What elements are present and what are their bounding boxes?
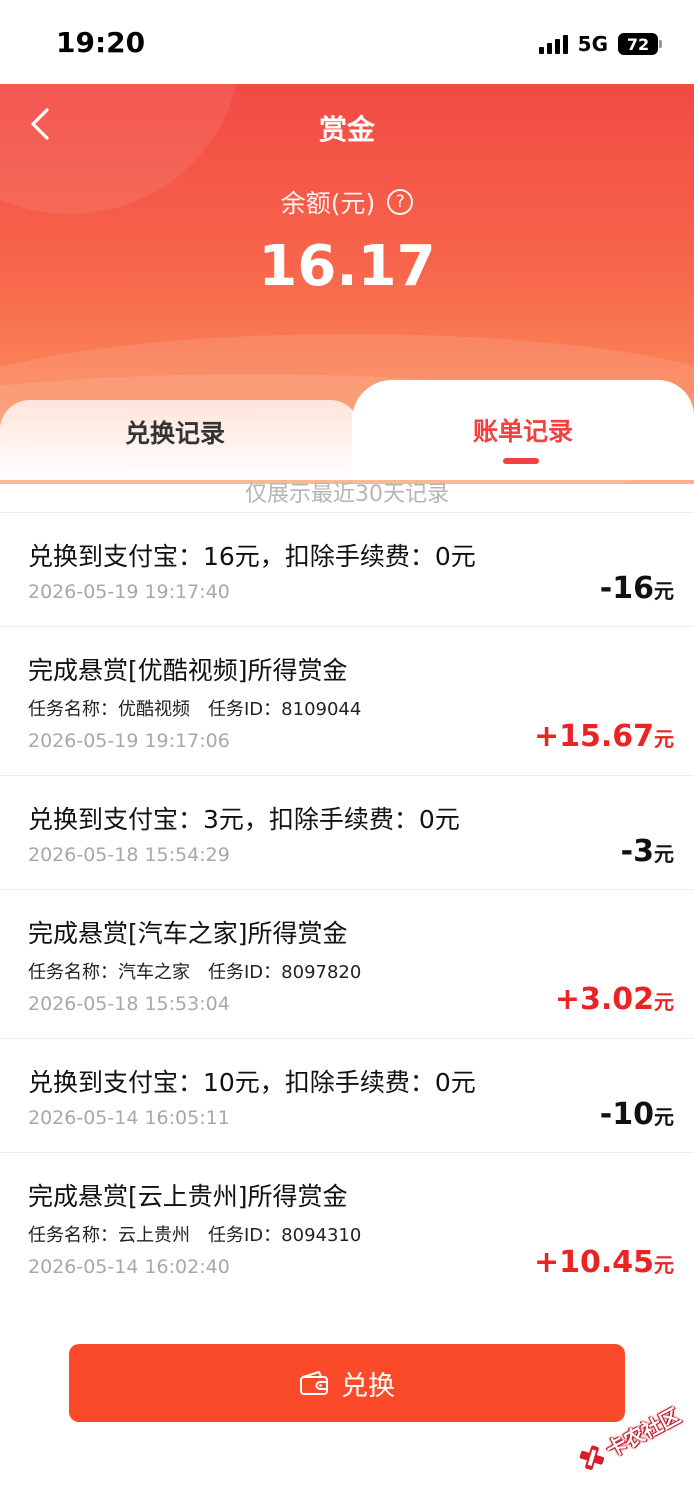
bounty-page: 19:20 5G 72 赏金 余额(元) ? 16.17 兑换记录 账单记录 仅… xyxy=(0,0,694,1500)
record-amount: +3.02元 xyxy=(554,982,674,1017)
record-title: 完成悬赏[汽车之家]所得赏金 xyxy=(28,919,348,948)
record-amount: -10元 xyxy=(599,1097,674,1132)
status-time: 19:20 xyxy=(56,26,146,59)
status-bar: 19:20 5G 72 xyxy=(0,0,694,84)
exchange-button[interactable]: 兑换 xyxy=(69,1344,625,1422)
balance-label: 余额(元) xyxy=(280,189,376,218)
active-tab-indicator xyxy=(503,458,539,464)
task-id: 任务ID：8109044 xyxy=(208,699,362,720)
task-name: 任务名称：云上贵州 xyxy=(28,1225,190,1246)
record-title: 完成悬赏[优酷视频]所得赏金 xyxy=(28,656,348,685)
record-amount: +10.45元 xyxy=(533,1245,674,1280)
record-amount: -16元 xyxy=(599,571,674,606)
signal-icon xyxy=(538,34,568,54)
record-time: 2026-05-14 16:05:11 xyxy=(28,1107,230,1129)
record-time: 2026-05-19 19:17:06 xyxy=(28,730,230,752)
record-amount: -3元 xyxy=(620,834,674,869)
battery-icon: 72 xyxy=(618,33,662,55)
task-id: 任务ID：8094310 xyxy=(208,1225,362,1246)
list-item[interactable]: 完成悬赏[汽车之家]所得赏金 任务名称：汽车之家 任务ID：8097820 202… xyxy=(0,889,694,1038)
record-task-info: 任务名称：云上贵州 任务ID：8094310 xyxy=(28,1221,361,1247)
help-icon[interactable]: ? xyxy=(387,189,414,215)
records-hint: 仅展示最近30天记录 xyxy=(245,482,449,507)
record-task-info: 任务名称：优酷视频 任务ID：8109044 xyxy=(28,695,361,721)
record-title: 完成悬赏[云上贵州]所得赏金 xyxy=(28,1182,348,1211)
record-time: 2026-05-19 19:17:40 xyxy=(28,581,230,603)
record-task-info: 任务名称：汽车之家 任务ID：8097820 xyxy=(28,958,361,984)
network-type: 5G xyxy=(577,32,608,56)
record-title: 兑换到支付宝：3元，扣除手续费：0元 xyxy=(28,805,460,834)
records-list: 兑换到支付宝：16元，扣除手续费：0元 2026-05-19 19:17:40 … xyxy=(0,512,694,1301)
record-time: 2026-05-18 15:54:29 xyxy=(28,844,230,866)
record-tabs: 兑换记录 账单记录 xyxy=(0,380,694,480)
battery-level: 72 xyxy=(626,34,650,54)
list-item[interactable]: 完成悬赏[优酷视频]所得赏金 任务名称：优酷视频 任务ID：8109044 202… xyxy=(0,626,694,775)
task-name: 任务名称：优酷视频 xyxy=(28,699,190,720)
page-title: 赏金 xyxy=(318,113,375,146)
record-time: 2026-05-18 15:53:04 xyxy=(28,993,230,1015)
status-indicators: 5G 72 xyxy=(538,30,662,58)
record-amount: +15.67元 xyxy=(533,719,674,754)
list-item[interactable]: 完成悬赏[云上贵州]所得赏金 任务名称：云上贵州 任务ID：8094310 202… xyxy=(0,1152,694,1301)
balance-value: 16.17 xyxy=(258,234,436,299)
exchange-button-label: 兑换 xyxy=(341,1370,395,1402)
task-id: 任务ID：8097820 xyxy=(208,962,362,983)
record-title: 兑换到支付宝：16元，扣除手续费：0元 xyxy=(28,542,476,571)
wallet-icon xyxy=(300,1371,328,1395)
task-name: 任务名称：汽车之家 xyxy=(28,962,190,983)
balance-label-row: 余额(元) ? xyxy=(0,184,694,220)
record-title: 兑换到支付宝：10元，扣除手续费：0元 xyxy=(28,1068,476,1097)
list-item[interactable]: 兑换到支付宝：16元，扣除手续费：0元 2026-05-19 19:17:40 … xyxy=(0,512,694,626)
tab-exchange-records[interactable]: 兑换记录 xyxy=(0,414,350,450)
record-time: 2026-05-14 16:02:40 xyxy=(28,1256,230,1278)
tab-bill-records[interactable]: 账单记录 xyxy=(352,412,694,448)
list-item[interactable]: 兑换到支付宝：3元，扣除手续费：0元 2026-05-18 15:54:29 -… xyxy=(0,775,694,889)
list-item[interactable]: 兑换到支付宝：10元，扣除手续费：0元 2026-05-14 16:05:11 … xyxy=(0,1038,694,1152)
